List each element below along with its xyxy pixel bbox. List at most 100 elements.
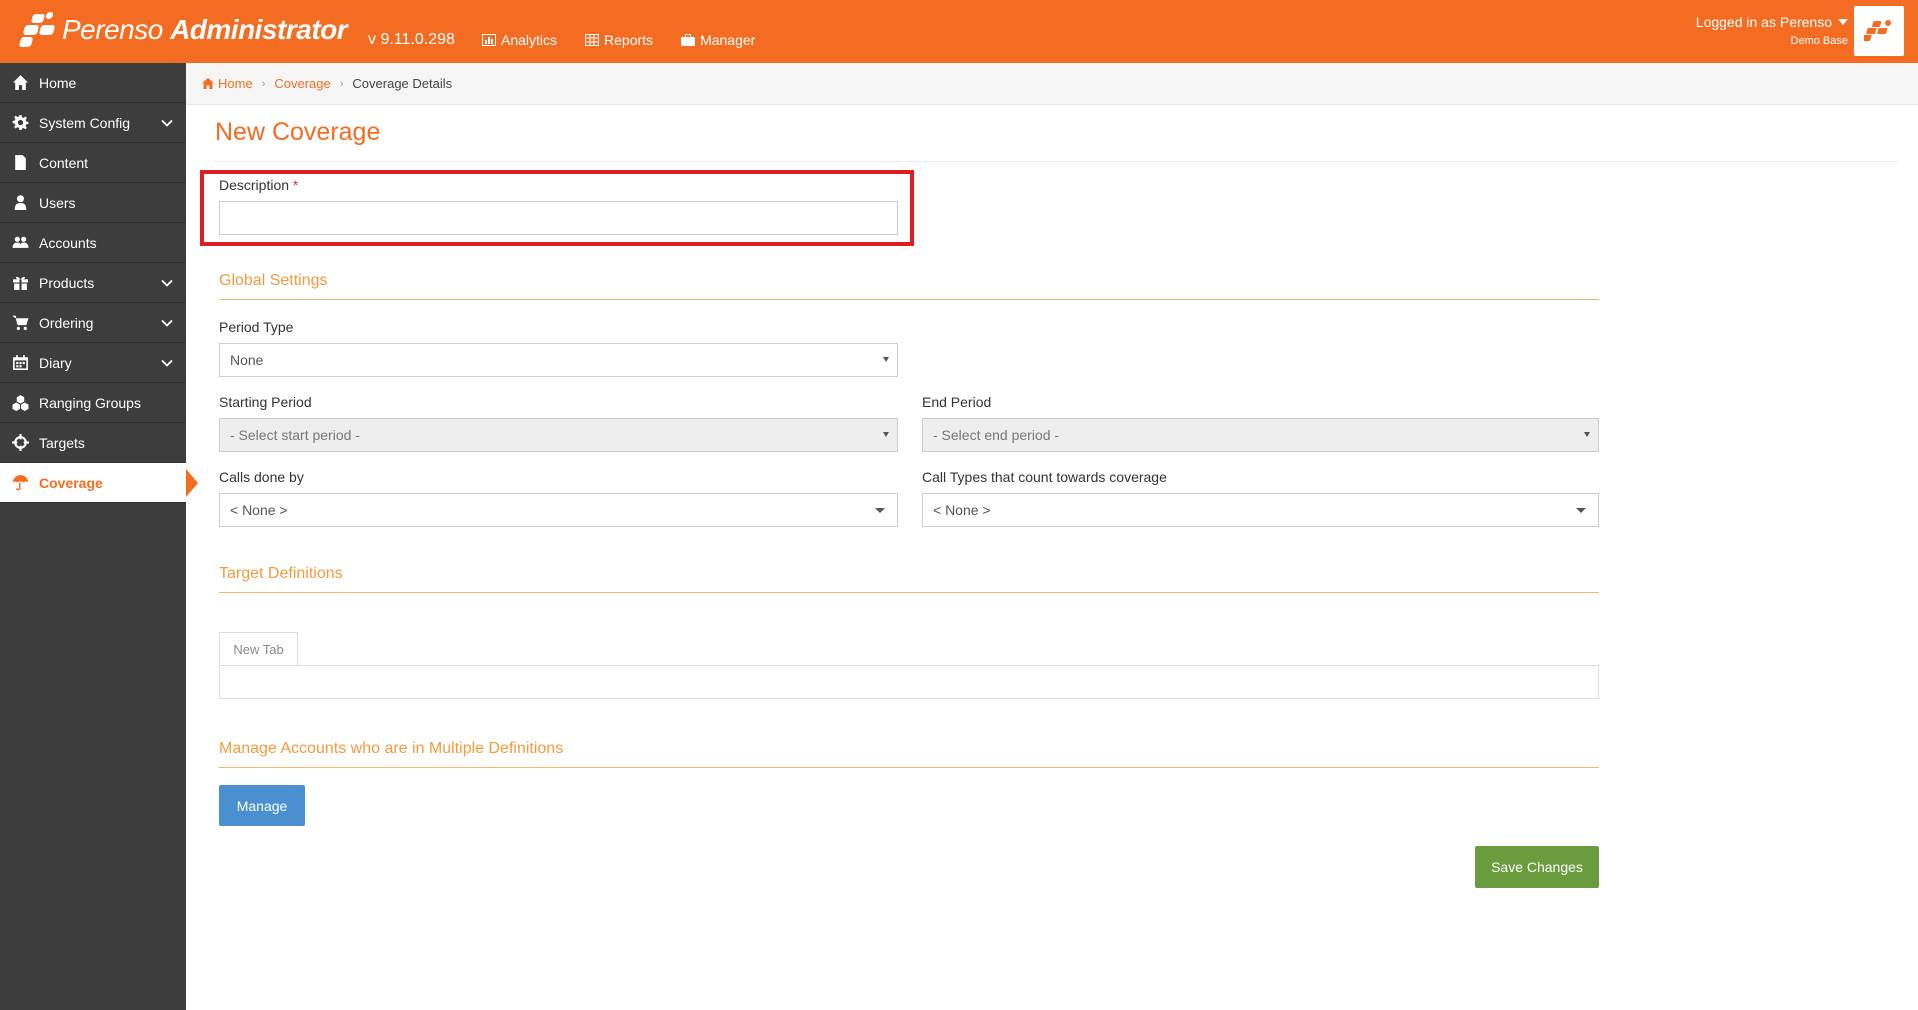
manage-accounts-heading: Manage Accounts who are in Multiple Defi…	[219, 740, 564, 757]
caret-down-icon	[875, 508, 885, 513]
global-settings-heading: Global Settings	[219, 272, 328, 289]
calls-done-by-label: Calls done by	[219, 469, 304, 485]
description-input[interactable]	[219, 201, 898, 235]
calendar-icon	[10, 353, 30, 373]
home-icon	[10, 73, 30, 93]
call-types-select[interactable]: < None >	[922, 493, 1599, 527]
sidebar-item-label: Coverage	[39, 474, 103, 491]
section-divider	[219, 767, 1599, 768]
end-period-value: - Select end period -	[933, 427, 1060, 443]
sidebar-item-label: Targets	[39, 434, 85, 451]
sidebar-item-label: Accounts	[39, 234, 97, 251]
top-nav: Analytics Reports Manager	[482, 32, 755, 48]
chevron-down-icon[interactable]	[160, 116, 174, 130]
breadcrumb-coverage[interactable]: Coverage	[274, 76, 330, 91]
caret-down-icon	[1576, 508, 1586, 513]
tab-new-tab[interactable]: New Tab	[219, 632, 298, 666]
breadcrumb-home[interactable]: Home	[202, 76, 253, 91]
manage-button[interactable]: Manage	[219, 785, 305, 826]
chevron-down-icon[interactable]	[160, 356, 174, 370]
nav-manager[interactable]: Manager	[681, 32, 755, 48]
home-icon	[202, 78, 214, 89]
logged-in-label: Logged in as Perenso	[1695, 14, 1832, 30]
sidebar-item-ordering[interactable]: Ordering	[0, 303, 186, 343]
page-title: New Coverage	[215, 118, 381, 146]
sidebar-item-label: Content	[39, 154, 89, 171]
version-label: v 9.11.0.298	[368, 31, 455, 48]
perenso-mark-icon	[1864, 20, 1891, 41]
sidebar: Home System Config Content Users Account…	[0, 63, 186, 1010]
top-navbar: Perenso Administrator v 9.11.0.298 Analy…	[0, 0, 1918, 63]
end-period-select[interactable]: - Select end period -	[922, 418, 1599, 452]
chevron-down-icon[interactable]	[160, 316, 174, 330]
tab-panel	[219, 665, 1599, 699]
sidebar-item-ranging-groups[interactable]: Ranging Groups	[0, 383, 186, 423]
nav-reports[interactable]: Reports	[585, 32, 653, 48]
avatar[interactable]	[1854, 6, 1904, 56]
target-definitions-heading: Target Definitions	[219, 565, 343, 582]
nav-reports-label: Reports	[604, 32, 654, 48]
user-menu[interactable]: Logged in as Perenso Demo Base	[1696, 14, 1848, 47]
base-label: Demo Base	[1790, 35, 1848, 47]
sidebar-item-products[interactable]: Products	[0, 263, 186, 303]
sidebar-item-diary[interactable]: Diary	[0, 343, 186, 383]
sidebar-item-accounts[interactable]: Accounts	[0, 223, 186, 263]
sidebar-item-targets[interactable]: Targets	[0, 423, 186, 463]
table-icon	[585, 34, 600, 46]
sidebar-item-label: System Config	[39, 114, 131, 131]
sidebar-item-label: Diary	[39, 354, 72, 371]
perenso-logo-icon	[18, 12, 60, 48]
caret-down-icon	[1838, 19, 1848, 25]
nav-manager-label: Manager	[700, 32, 756, 48]
description-label: Description *	[219, 177, 299, 193]
title-divider	[214, 161, 1898, 162]
starting-period-value: - Select start period -	[230, 427, 360, 443]
section-divider	[219, 299, 1599, 300]
umbrella-icon	[10, 473, 30, 493]
briefcase-icon	[681, 34, 696, 46]
sidebar-item-label: Users	[39, 194, 76, 211]
nav-analytics[interactable]: Analytics	[482, 32, 557, 48]
sidebar-item-home[interactable]: Home	[0, 63, 186, 103]
breadcrumb-separator-icon: ›	[339, 77, 344, 90]
cubes-icon	[10, 393, 30, 413]
breadcrumb-separator-icon: ›	[261, 77, 266, 90]
call-types-label: Call Types that count towards coverage	[922, 469, 1167, 485]
sidebar-item-label: Products	[39, 274, 95, 291]
nav-analytics-label: Analytics	[501, 32, 558, 48]
file-icon	[10, 153, 30, 173]
period-type-label: Period Type	[219, 319, 294, 335]
end-period-label: End Period	[922, 394, 992, 410]
breadcrumb-home-label: Home	[218, 76, 253, 91]
chevron-down-icon[interactable]	[160, 276, 174, 290]
section-divider	[219, 592, 1599, 593]
cart-icon	[10, 313, 30, 333]
brand-name: Perenso Administrator	[62, 14, 348, 45]
breadcrumb: Home › Coverage › Coverage Details	[186, 63, 1918, 105]
bar-chart-icon	[482, 34, 496, 46]
sidebar-item-content[interactable]: Content	[0, 143, 186, 183]
gift-icon	[10, 273, 30, 293]
sidebar-item-label: Ranging Groups	[39, 394, 141, 411]
user-icon	[10, 193, 30, 213]
gear-icon	[10, 113, 30, 133]
period-type-value: None	[230, 352, 264, 368]
starting-period-select[interactable]: - Select start period -	[219, 418, 898, 452]
period-type-select[interactable]: None	[219, 343, 898, 377]
calls-done-by-select[interactable]: < None >	[219, 493, 898, 527]
sidebar-item-label: Ordering	[39, 314, 94, 331]
sidebar-item-system-config[interactable]: System Config	[0, 103, 186, 143]
caret-down-icon	[1584, 432, 1590, 437]
call-types-value: < None >	[933, 502, 991, 518]
sidebar-item-coverage[interactable]: Coverage	[0, 463, 186, 503]
sidebar-item-users[interactable]: Users	[0, 183, 186, 223]
required-mark: *	[292, 177, 299, 193]
users-icon	[10, 233, 30, 253]
caret-down-icon	[883, 432, 889, 437]
starting-period-label: Starting Period	[219, 394, 312, 410]
caret-down-icon	[883, 357, 889, 362]
sidebar-item-label: Home	[39, 74, 77, 91]
save-changes-button[interactable]: Save Changes	[1475, 846, 1599, 888]
brand[interactable]: Perenso Administrator	[18, 10, 348, 50]
calls-done-by-value: < None >	[230, 502, 288, 518]
